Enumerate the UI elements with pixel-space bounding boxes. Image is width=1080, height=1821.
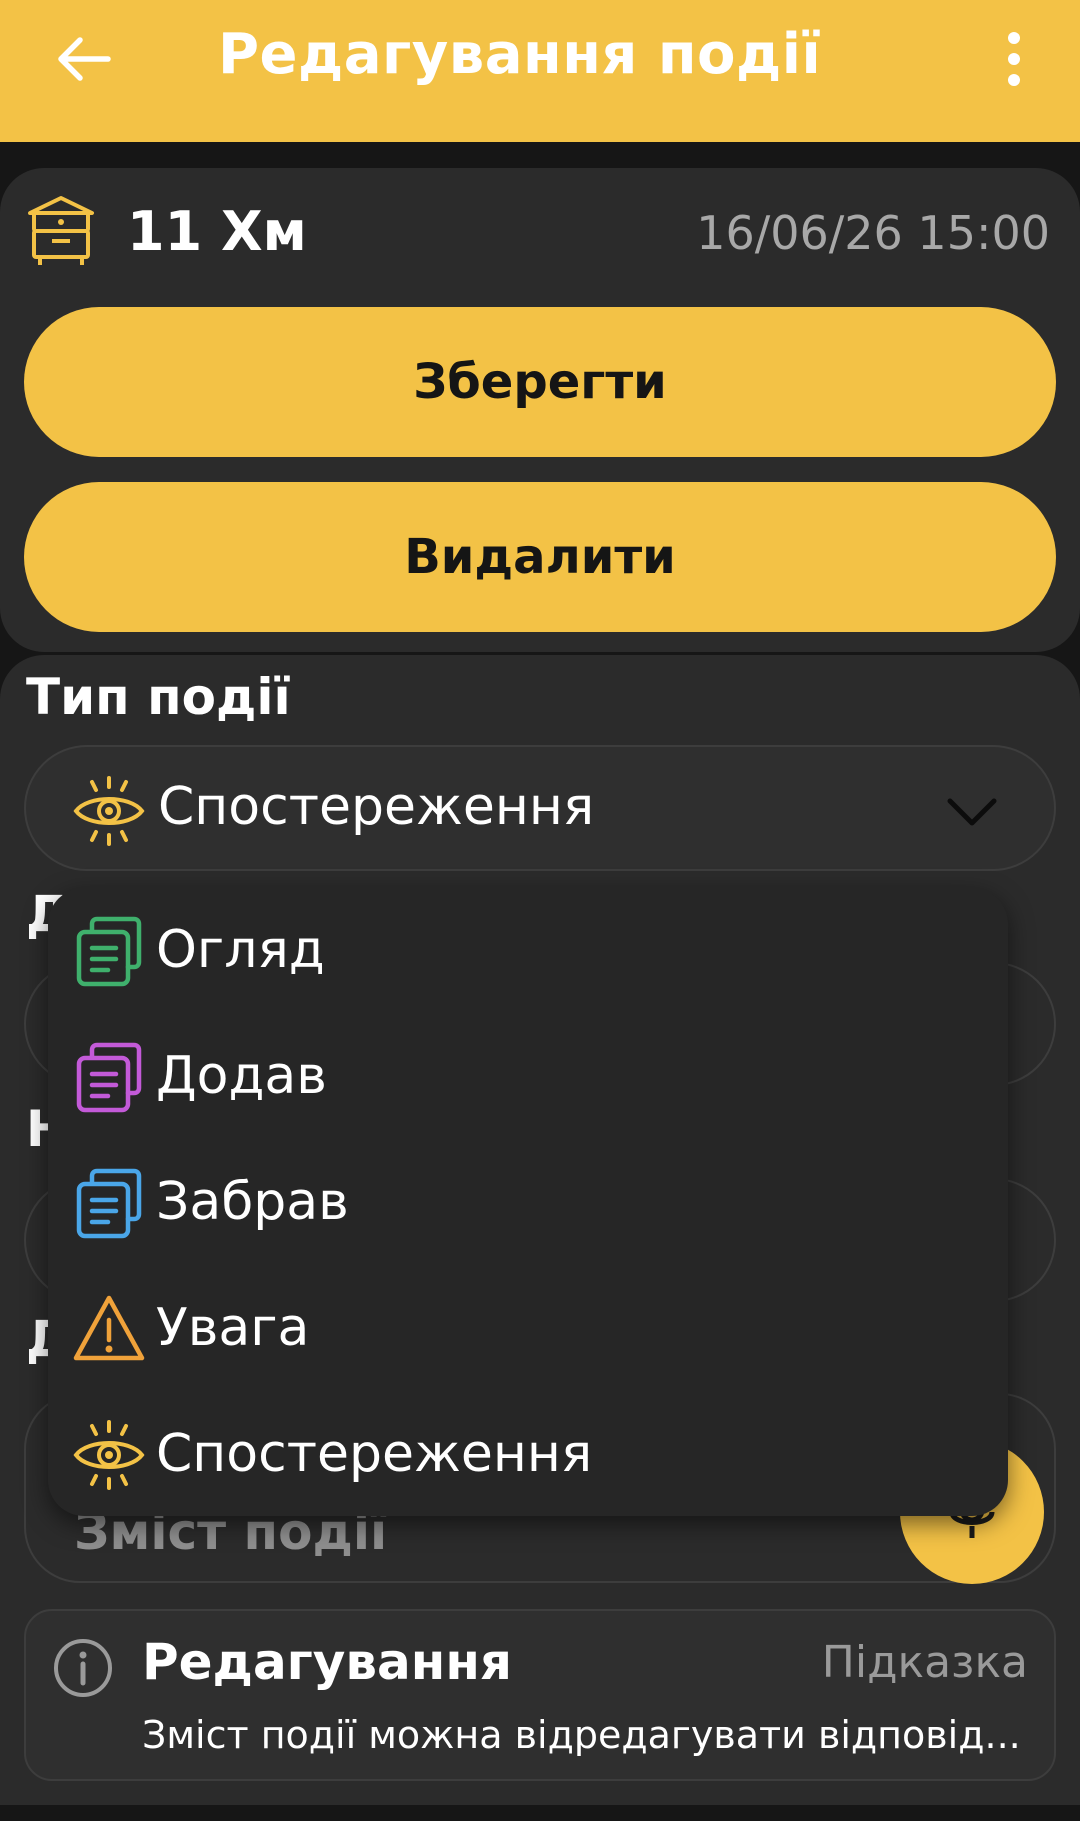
event-type-select[interactable]: Спостереження: [24, 745, 1056, 871]
dropdown-item-added[interactable]: Додав: [48, 1014, 1008, 1140]
event-datetime[interactable]: 16/06/26 15:00: [696, 206, 1050, 260]
hint-title: Редагування: [142, 1633, 512, 1691]
warning-icon: [73, 1295, 145, 1361]
hint-tag: Підказка: [821, 1637, 1028, 1688]
dropdown-item-observation[interactable]: Спостереження: [48, 1392, 1008, 1518]
eye-icon: [73, 776, 145, 846]
delete-button[interactable]: Видалити: [24, 482, 1056, 632]
dropdown-item-inspection[interactable]: Огляд: [48, 888, 1008, 1014]
dropdown-item-label: Додав: [156, 1046, 327, 1106]
hive-name: 11 Хм: [127, 200, 307, 263]
dropdown-item-label: Увага: [156, 1298, 310, 1358]
hint-text: Зміст події можна відредагувати відповід…: [142, 1713, 1021, 1757]
event-type-value: Спостереження: [158, 777, 595, 837]
chevron-down-icon: [947, 798, 997, 826]
app-bar: Редагування події: [0, 0, 1080, 142]
hint-card[interactable]: Редагування Підказка Зміст події можна в…: [24, 1609, 1056, 1781]
save-button[interactable]: Зберегти: [24, 307, 1056, 457]
dropdown-item-label: Забрав: [156, 1172, 349, 1232]
event-type-dropdown: Огляд Додав Забрав Увага Спостереження: [48, 888, 1008, 1516]
notes-icon: [76, 1042, 142, 1113]
page-title: Редагування події: [218, 22, 822, 87]
dropdown-item-warning[interactable]: Увага: [48, 1266, 1008, 1392]
beehive-icon: [28, 196, 94, 265]
notes-icon: [76, 916, 142, 987]
event-type-label: Тип події: [26, 668, 291, 726]
more-vert-icon[interactable]: [998, 28, 1030, 90]
dropdown-item-label: Огляд: [156, 920, 325, 980]
back-arrow-icon[interactable]: [52, 28, 114, 90]
dropdown-item-removed[interactable]: Забрав: [48, 1140, 1008, 1266]
info-icon: [54, 1639, 112, 1697]
dropdown-item-label: Спостереження: [156, 1424, 593, 1484]
notes-icon: [76, 1168, 142, 1239]
eye-icon: [73, 1420, 145, 1490]
